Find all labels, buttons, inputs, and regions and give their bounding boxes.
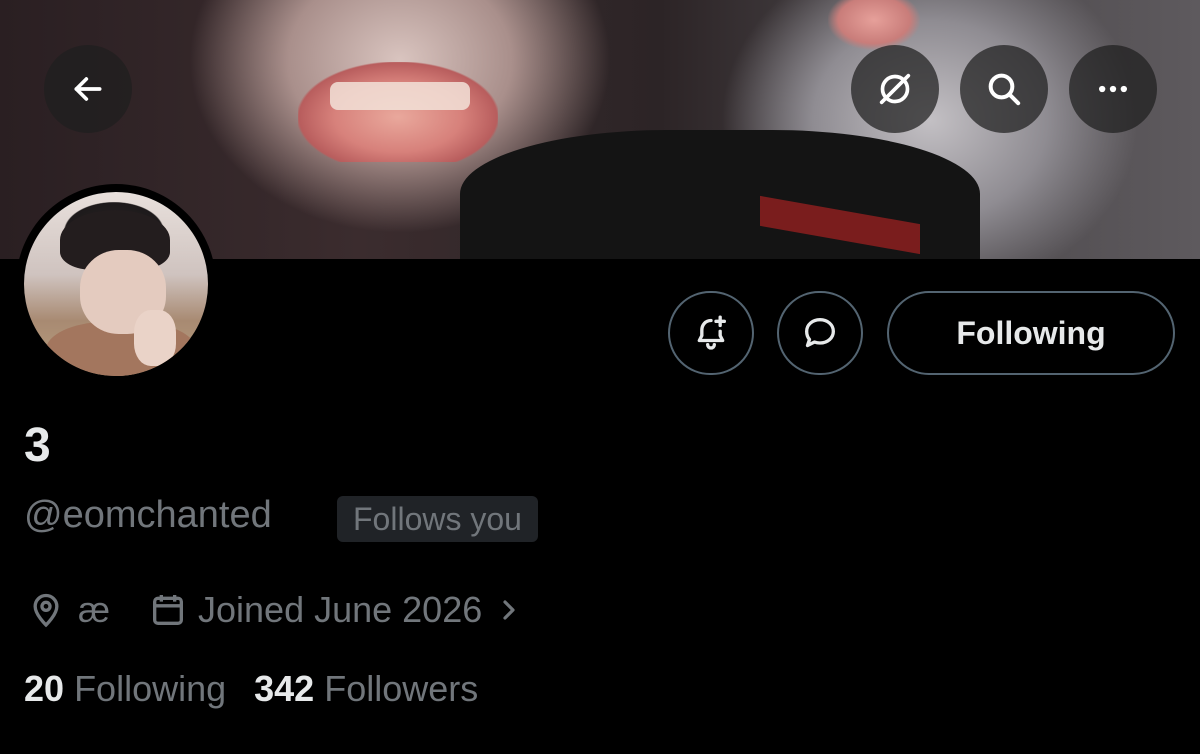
bell-plus-icon xyxy=(697,315,726,350)
location-pin-icon xyxy=(33,593,59,628)
search-button[interactable] xyxy=(960,45,1048,133)
avatar[interactable] xyxy=(16,184,216,384)
more-button[interactable] xyxy=(1069,45,1157,133)
avatar-photo xyxy=(24,192,208,376)
chat-bubble-icon xyxy=(805,318,835,348)
banner-mouth-shape-2 xyxy=(828,0,920,50)
back-button[interactable] xyxy=(44,45,132,133)
banner-mouth-shape xyxy=(298,62,498,162)
following-button-label: Following xyxy=(956,314,1106,351)
joined-text: Joined June 2026 xyxy=(198,589,483,630)
location-item: æ xyxy=(26,586,110,634)
following-count: 20 xyxy=(24,668,65,709)
message-button[interactable] xyxy=(777,291,863,375)
calendar-icon xyxy=(153,595,183,625)
grok-icon xyxy=(879,73,911,105)
following-button[interactable]: Following xyxy=(887,291,1175,375)
grok-button[interactable] xyxy=(851,45,939,133)
following-stat-label: Following xyxy=(74,668,227,709)
notifications-button[interactable] xyxy=(668,291,754,375)
display-name: 3 xyxy=(24,419,51,472)
location-text: æ xyxy=(78,589,111,630)
follow-stats: 20 Following 342 Followers xyxy=(24,668,478,710)
more-horizontal-icon xyxy=(1099,85,1127,93)
banner-teeth-shape xyxy=(330,82,470,110)
arrow-left-icon xyxy=(74,77,102,101)
followers-stat-link[interactable]: 342 Followers xyxy=(254,668,478,710)
user-handle: @eomchanted xyxy=(24,494,272,536)
chevron-right-icon xyxy=(503,600,515,620)
following-stat-link[interactable]: 20 Following xyxy=(24,668,226,710)
followers-count: 342 xyxy=(254,668,315,709)
joined-date-item[interactable]: Joined June 2026 xyxy=(148,586,522,634)
followers-stat-label: Followers xyxy=(324,668,479,709)
follows-you-badge: Follows you xyxy=(337,496,538,542)
avatar-hand-shape xyxy=(134,310,176,366)
search-icon xyxy=(988,73,1021,106)
